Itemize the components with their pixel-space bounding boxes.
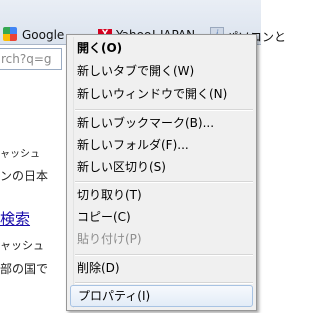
result-snippet-text-2: 部の国で [0, 262, 49, 276]
menu-item-delete[interactable]: 削除(D) [70, 258, 253, 278]
bookmark-google[interactable]: Google [22, 28, 64, 42]
result-cache-text: ャッシュ [0, 149, 40, 160]
menu-item-new-separator[interactable]: 新しい区切り(S) [70, 157, 253, 177]
url-field[interactable]: rch?q=g [0, 48, 62, 70]
menu-separator [75, 254, 253, 256]
menu-item-new-bookmark[interactable]: 新しいブックマーク(B)... [70, 113, 253, 133]
menu-item-properties[interactable]: プロパティ(I) [70, 285, 253, 307]
bookmark-context-menu: 開く(O) 新しいタブで開く(W) 新しいウィンドウで開く(N) 新しいブックマ… [66, 34, 257, 311]
menu-separator [75, 181, 253, 183]
menu-item-new-folder[interactable]: 新しいフォルダ(F)... [70, 135, 253, 155]
menu-item-cut[interactable]: 切り取り(T) [70, 185, 253, 205]
menu-item-copy[interactable]: コピー(C) [70, 207, 253, 227]
menu-item-open[interactable]: 開く(O) [70, 38, 253, 58]
result-snippet-text: ンの日本 [0, 169, 49, 183]
menu-separator [75, 282, 253, 284]
result-cache-text-2: ャッシュ [0, 239, 44, 252]
menu-item-paste[interactable]: 貼り付け(P) [70, 229, 253, 249]
search-result-link[interactable]: 検索 [0, 208, 30, 229]
menu-item-open-new-window[interactable]: 新しいウィンドウで開く(N) [70, 84, 253, 104]
google-favicon-icon [3, 27, 17, 41]
menu-item-open-new-tab[interactable]: 新しいタブで開く(W) [70, 61, 253, 81]
menu-separator [75, 109, 253, 111]
